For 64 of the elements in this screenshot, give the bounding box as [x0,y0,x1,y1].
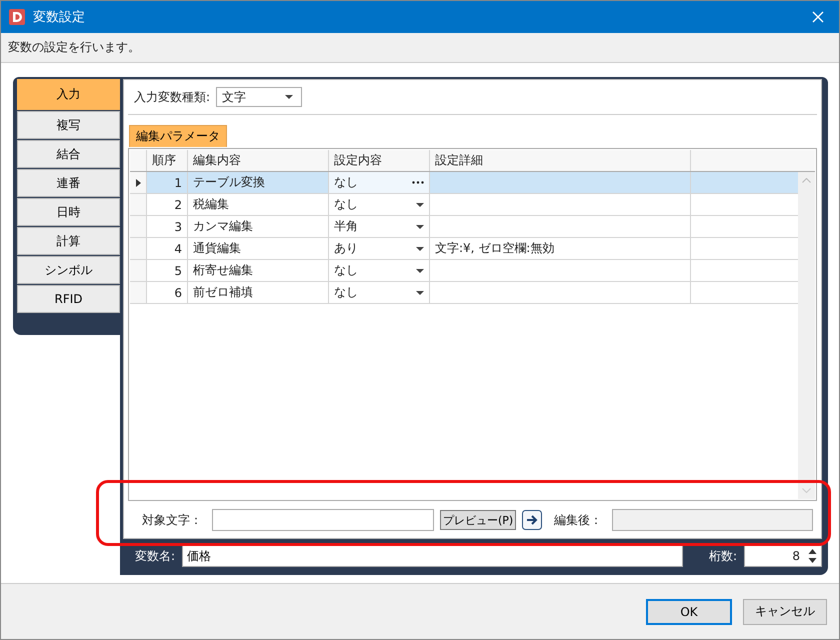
digits-label: 桁数: [708,548,738,564]
table-cell[interactable]: なし [329,282,430,303]
target-text-label: 対象文字： [142,512,202,528]
side-tab[interactable]: 入力 [17,79,120,110]
table-cell: 税編集 [188,194,329,215]
caret-icon[interactable] [416,290,424,294]
caret-icon[interactable] [416,268,424,272]
ellipsis-icon[interactable] [412,181,424,184]
table-cell: 5 [147,260,188,281]
arrow-right-icon[interactable] [522,510,542,530]
table-cell: 前ゼロ補填 [188,282,329,303]
table-cell[interactable]: なし [329,260,430,281]
column-header: 設定詳細 [430,150,691,171]
preview-button[interactable]: プレビュー(P) [440,510,516,530]
app-logo-icon [9,9,25,25]
target-text-field[interactable] [212,509,434,531]
table-cell: カンマ編集 [188,216,329,237]
variable-name-field[interactable]: 価格 [182,545,683,567]
description-text: 変数の設定を行います。 [8,39,140,56]
column-header: 設定内容 [329,150,430,171]
table-cell: 桁寄せ編集 [188,260,329,281]
input-type-dropdown[interactable]: 文字 [216,87,302,107]
table-row[interactable]: 5 桁寄せ編集 なし [130,260,798,282]
table-cell: 2 [147,194,188,215]
digits-spinner[interactable]: 8 [744,545,822,567]
table-cell: 4 [147,238,188,259]
column-header: 編集内容 [188,150,329,171]
table-cell: 通貨編集 [188,238,329,259]
table-cell: 1 [147,172,188,193]
table-cell[interactable]: あり [329,238,430,259]
column-header: 順序 [147,150,188,171]
table-row[interactable]: 4 通貨編集 あり 文字:¥, ゼロ空欄:無効 [130,238,798,260]
cancel-button[interactable]: キャンセル [743,598,827,624]
current-row-icon [136,178,140,186]
table-cell[interactable]: なし [329,172,430,193]
close-icon[interactable] [812,11,824,23]
side-tab[interactable]: 日時 [17,198,120,226]
caret-icon[interactable] [416,246,424,250]
side-tab[interactable]: 連番 [17,169,120,197]
side-tab[interactable]: 計算 [17,227,120,255]
result-label: 編集後： [554,512,602,528]
table-row[interactable]: 1 テーブル変換 なし [130,172,798,194]
table-cell: 文字:¥, ゼロ空欄:無効 [435,240,554,257]
caret-icon [285,95,294,99]
ok-button[interactable]: OK [646,598,732,624]
input-type-label: 入力変数種類: [134,88,210,106]
table-cell: 6 [147,282,188,303]
parameter-tab[interactable]: 編集パラメータ [129,125,227,147]
table-cell: 3 [147,216,188,237]
table-row[interactable]: 2 税編集 なし [130,194,798,216]
side-tab[interactable]: シンボル [17,256,120,284]
side-tab[interactable]: RFID [17,285,120,313]
caret-icon[interactable] [416,202,424,206]
spin-arrows-icon[interactable] [808,548,817,564]
table-row[interactable]: 6 前ゼロ補填 なし [130,282,798,304]
row-header[interactable] [130,172,147,193]
caret-icon[interactable] [416,224,424,228]
side-tab[interactable]: 結合 [17,140,120,168]
table-cell[interactable]: なし [329,194,430,215]
side-tab[interactable]: 複写 [17,111,120,139]
variable-name-label: 変数名: [134,548,176,564]
table-cell[interactable]: 半角 [329,216,430,237]
window-title: 変数設定 [33,9,86,26]
table-row[interactable]: 3 カンマ編集 半角 [130,216,798,238]
